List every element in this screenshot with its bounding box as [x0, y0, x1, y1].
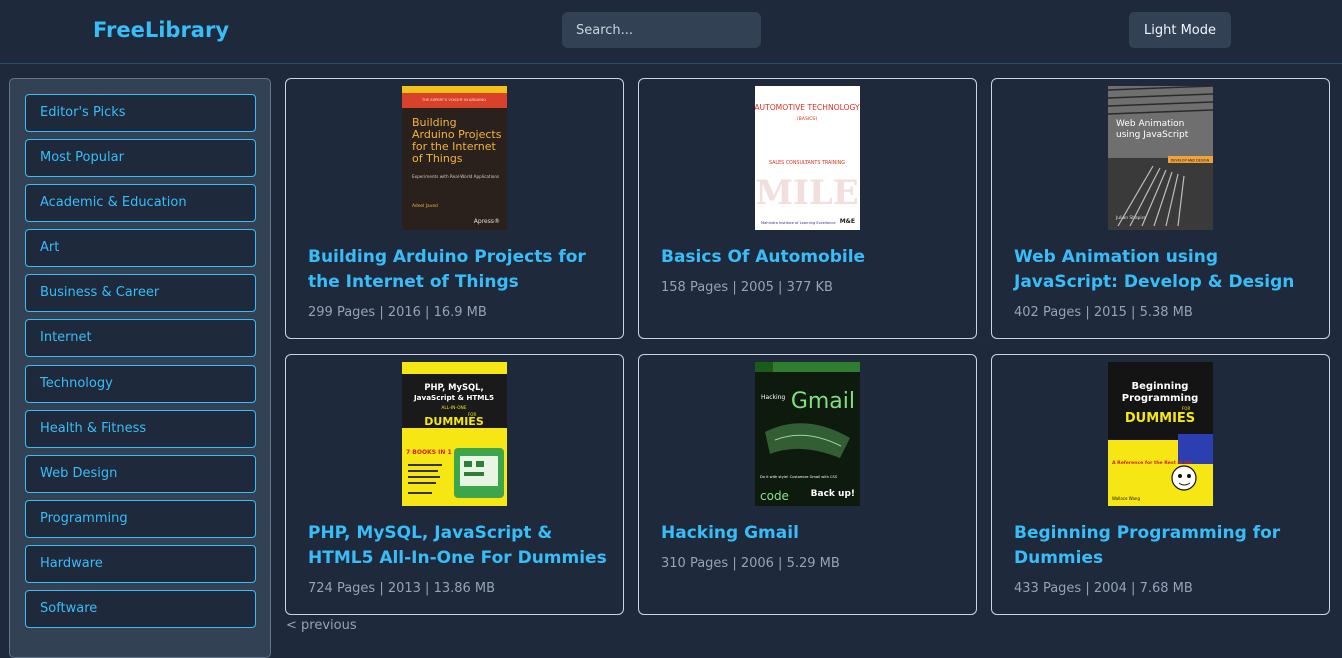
- cover-title-line: Web Animation: [1116, 119, 1184, 129]
- cover-books-badge: 7 BOOKS IN 1: [406, 449, 452, 456]
- book-title[interactable]: Basics Of Automobile: [661, 245, 961, 270]
- cover-author: Wallace Wang: [1112, 496, 1140, 501]
- book-cover[interactable]: Web Animation using JavaScript DEVELOP A…: [1108, 86, 1213, 230]
- cover-author: Julian Shapiro: [1115, 215, 1146, 221]
- book-card[interactable]: AUTOMOTIVE TECHNOLOGY (BASICS) SALES CON…: [638, 78, 977, 339]
- category-software[interactable]: Software: [25, 590, 256, 628]
- book-meta: 724 Pages | 2013 | 13.86 MB: [308, 581, 496, 596]
- book-card[interactable]: PHP, MySQL, JavaScript & HTML5 ALL-IN-ON…: [285, 354, 624, 615]
- cover-title-line: Beginning: [1132, 381, 1189, 392]
- book-cover[interactable]: AUTOMOTIVE TECHNOLOGY (BASICS) SALES CON…: [755, 86, 860, 230]
- cover-author: Adeel Javed: [412, 203, 438, 209]
- category-editors-picks[interactable]: Editor's Picks: [25, 94, 256, 132]
- book-title[interactable]: Hacking Gmail: [661, 521, 961, 546]
- cover-title-line: PHP, MySQL,: [424, 382, 483, 392]
- cover-title-line: of Things: [412, 152, 463, 165]
- cover-title-line: using JavaScript: [1116, 130, 1189, 140]
- cover-tag: A Reference for the Rest of Us!: [1112, 460, 1193, 466]
- category-academic-education[interactable]: Academic & Education: [25, 184, 256, 222]
- cover-aio: ALL-IN-ONE: [441, 405, 466, 411]
- book-meta: 158 Pages | 2005 | 377 KB: [661, 280, 833, 295]
- category-business-career[interactable]: Business & Career: [25, 274, 256, 312]
- cover-code: code: [760, 489, 789, 503]
- cover-title-line: JavaScript & HTML5: [413, 393, 494, 402]
- book-card[interactable]: Web Animation using JavaScript DEVELOP A…: [991, 78, 1330, 339]
- book-meta: 433 Pages | 2004 | 7.68 MB: [1014, 581, 1193, 596]
- category-art[interactable]: Art: [25, 229, 256, 267]
- site-logo[interactable]: FreeLibrary: [93, 18, 229, 42]
- cover-brand: DUMMIES: [1125, 411, 1195, 426]
- book-card[interactable]: Beginning Programming FOR DUMMIES A Refe…: [991, 354, 1330, 615]
- top-navbar: FreeLibrary Light Mode: [0, 0, 1342, 64]
- cover-title: AUTOMOTIVE TECHNOLOGY: [755, 103, 860, 112]
- book-card[interactable]: THE EXPERT'S VOICE® IN ARDUINO Building …: [285, 78, 624, 339]
- cover-publisher: Apress®: [474, 218, 500, 225]
- cover-mid: SALES CONSULTANTS TRAINING: [769, 160, 845, 166]
- category-most-popular[interactable]: Most Popular: [25, 139, 256, 177]
- light-mode-toggle-button[interactable]: Light Mode: [1129, 12, 1231, 48]
- book-meta: 299 Pages | 2016 | 16.9 MB: [308, 305, 487, 320]
- book-title[interactable]: Web Animation using JavaScript: Develop …: [1014, 245, 1314, 295]
- category-programming[interactable]: Programming: [25, 500, 256, 538]
- category-web-design[interactable]: Web Design: [25, 455, 256, 493]
- cover-watermark: MILE: [755, 173, 858, 213]
- search-input[interactable]: [562, 12, 761, 48]
- book-title[interactable]: PHP, MySQL, JavaScript & HTML5 All-In-On…: [308, 521, 608, 571]
- category-health-fitness[interactable]: Health & Fitness: [25, 410, 256, 448]
- category-hardware[interactable]: Hardware: [25, 545, 256, 583]
- cover-subtitle: Experiments with Real-World Applications: [412, 174, 499, 179]
- book-title[interactable]: Building Arduino Projects for the Intern…: [308, 245, 608, 295]
- cover-backup: Back up!: [811, 489, 855, 499]
- book-cover[interactable]: Hacking Gmail Do it with style! Customiz…: [755, 362, 860, 506]
- previous-page-link[interactable]: < previous: [286, 618, 357, 633]
- book-title[interactable]: Beginning Programming for Dummies: [1014, 521, 1314, 571]
- book-cover[interactable]: THE EXPERT'S VOICE® IN ARDUINO Building …: [402, 86, 507, 230]
- cover-series: DEVELOP AND DESIGN: [1171, 159, 1210, 163]
- category-sidebar: Editor's Picks Most Popular Academic & E…: [9, 78, 271, 658]
- cover-tagline: Do it with style! Customize Gmail with C…: [760, 475, 838, 479]
- book-card[interactable]: Hacking Gmail Do it with style! Customiz…: [638, 354, 977, 615]
- cover-footer: Mahindra Institute of Learning Excellenc…: [761, 221, 836, 225]
- cover-brand: DUMMIES: [424, 415, 484, 428]
- category-technology[interactable]: Technology: [25, 365, 256, 403]
- cover-badge: M&E: [840, 218, 855, 225]
- cover-label: Hacking: [761, 394, 785, 401]
- cover-big: Gmail: [791, 389, 855, 414]
- book-cover[interactable]: Beginning Programming FOR DUMMIES A Refe…: [1108, 362, 1213, 506]
- category-internet[interactable]: Internet: [25, 319, 256, 357]
- book-meta: 310 Pages | 2006 | 5.29 MB: [661, 556, 840, 571]
- cover-subtitle: (BASICS): [797, 116, 817, 122]
- book-cover[interactable]: PHP, MySQL, JavaScript & HTML5 ALL-IN-ON…: [402, 362, 507, 506]
- cover-banner: THE EXPERT'S VOICE® IN ARDUINO: [421, 98, 486, 102]
- cover-title-line: Programming: [1122, 393, 1199, 404]
- book-meta: 402 Pages | 2015 | 5.38 MB: [1014, 305, 1193, 320]
